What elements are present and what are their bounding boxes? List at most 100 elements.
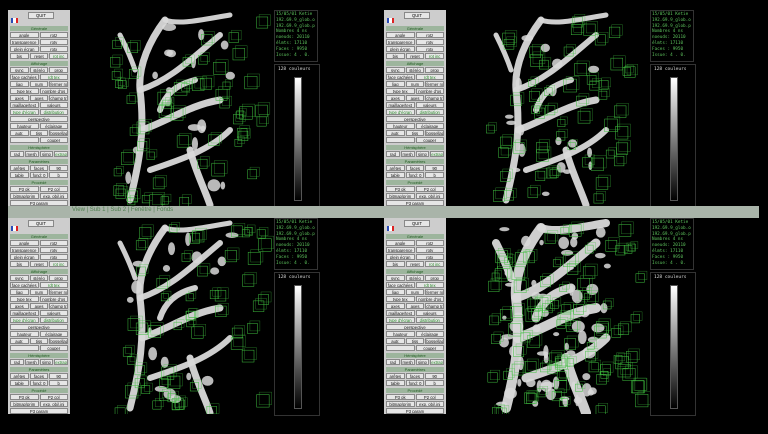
panel-button[interactable]: num	[29, 81, 49, 87]
panel-button[interactable]: champ tracé	[425, 303, 445, 309]
3d-viewport[interactable]	[70, 218, 274, 414]
panel-button[interactable]: nombre d'os	[39, 88, 68, 94]
panel-button[interactable]: champ tracé	[49, 303, 69, 309]
panel-button[interactable]: P2 col	[415, 394, 444, 400]
panel-button[interactable]: fond: 0	[405, 380, 425, 386]
panel-button[interactable]: mesh	[400, 151, 415, 157]
panel-button[interactable]: b	[49, 172, 69, 178]
panel-button[interactable]: table	[386, 172, 405, 178]
panel-button[interactable]: bis	[386, 53, 405, 59]
panel-button[interactable]: transparence	[386, 247, 415, 253]
panel-button[interactable]: type tex	[10, 88, 39, 94]
panel-button[interactable]: maillage/text	[10, 310, 39, 316]
panel-button[interactable]: fermer no	[49, 289, 69, 295]
quit-button[interactable]: QUIT	[28, 220, 54, 227]
panel-button[interactable]: type d'écran	[10, 109, 39, 115]
panel-button[interactable]: exp. obj/.ini	[39, 193, 68, 199]
panel-button[interactable]: rot inc	[425, 53, 445, 59]
panel-button[interactable]: stéréo	[405, 275, 425, 281]
panel-button[interactable]: éclairage	[415, 123, 444, 129]
panel-button[interactable]: table	[386, 380, 405, 386]
panel-button[interactable]: axes	[405, 303, 425, 309]
panel-button[interactable]: type tex	[386, 296, 415, 302]
panel-button[interactable]: maillage/text	[386, 102, 415, 108]
panel-button[interactable]: faces	[405, 165, 425, 171]
panel-button[interactable]: axes	[386, 303, 405, 309]
panel-button[interactable]: champ tracé	[425, 95, 445, 101]
panel-button[interactable]: face cachées	[10, 74, 39, 80]
panel-button[interactable]: rotx	[415, 254, 444, 260]
panel-button[interactable]: num	[405, 81, 425, 87]
panel-button[interactable]: angle	[10, 240, 39, 246]
panel-button[interactable]: plein écran	[10, 254, 39, 260]
panel-button[interactable]: rad	[386, 359, 400, 365]
panel-button[interactable]: nombre d'os	[415, 296, 444, 302]
panel-button[interactable]: liag	[10, 289, 29, 295]
panel-button[interactable]: roty	[39, 247, 68, 253]
panel-button[interactable]: angle	[386, 240, 415, 246]
panel-button[interactable]: rdt tex	[39, 282, 68, 288]
panel-button[interactable]: type d'écran	[386, 317, 415, 323]
panel-button[interactable]: bis	[386, 261, 405, 267]
panel-button[interactable]: valeurs	[39, 310, 68, 316]
panel-button[interactable]: 90	[425, 373, 445, 379]
3d-viewport[interactable]	[70, 10, 274, 206]
panel-button[interactable]: faces	[29, 165, 49, 171]
panel-button[interactable]: bossellage	[49, 338, 69, 344]
panel-button[interactable]: autr.	[10, 338, 29, 344]
quit-button[interactable]: QUIT	[404, 220, 430, 227]
panel-button[interactable]: rot inc	[49, 53, 69, 59]
panel-button[interactable]: P3 param	[386, 408, 444, 414]
panel-button[interactable]: face cachées	[10, 282, 39, 288]
panel-button[interactable]: perspective	[10, 116, 68, 122]
panel-button[interactable]: couper	[39, 137, 68, 143]
panel-button[interactable]: face cachées	[386, 282, 415, 288]
panel-button[interactable]: b	[49, 380, 69, 386]
panel-button[interactable]: type d'écran	[386, 109, 415, 115]
panel-button[interactable]: prop	[425, 67, 445, 73]
panel-button[interactable]: tiss	[405, 130, 425, 136]
panel-button[interactable]: distribution	[39, 317, 68, 323]
panel-button[interactable]: reset	[29, 261, 49, 267]
panel-button[interactable]: valeurs	[415, 102, 444, 108]
panel-button[interactable]	[10, 137, 39, 143]
panel-button[interactable]: maillage/text	[386, 310, 415, 316]
3d-viewport[interactable]	[446, 10, 650, 206]
panel-button[interactable]: sync	[386, 67, 405, 73]
panel-button[interactable]: axes	[29, 95, 49, 101]
panel-button[interactable]: fermer no	[425, 81, 445, 87]
panel-button[interactable]: simp	[39, 359, 54, 365]
panel-button[interactable]: hauteur	[386, 331, 415, 337]
panel-button[interactable]: P3 ok	[386, 394, 415, 400]
panel-button[interactable]: rad	[10, 359, 24, 365]
panel-button[interactable]: simp	[415, 151, 430, 157]
panel-button[interactable]: bitmap/prim	[10, 401, 39, 407]
panel-button[interactable]: perspective	[386, 116, 444, 122]
panel-button[interactable]: tiss	[405, 338, 425, 344]
panel-button[interactable]: prop	[425, 275, 445, 281]
panel-button[interactable]: axes	[29, 303, 49, 309]
panel-button[interactable]: fond: 0	[29, 172, 49, 178]
panel-button[interactable]: transparence	[386, 39, 415, 45]
panel-button[interactable]: rotz	[39, 240, 68, 246]
panel-button[interactable]: extrap	[430, 151, 444, 157]
panel-button[interactable]: bitmap/prim	[386, 401, 415, 407]
panel-button[interactable]: type tex	[386, 88, 415, 94]
panel-button[interactable]: reset	[29, 53, 49, 59]
panel-button[interactable]: num	[405, 289, 425, 295]
panel-button[interactable]: distribution	[415, 109, 444, 115]
panel-button[interactable]: bitmap/prim	[386, 193, 415, 199]
panel-button[interactable]: rotx	[39, 254, 68, 260]
panel-button[interactable]: perspective	[10, 324, 68, 330]
quit-button[interactable]: QUIT	[404, 12, 430, 19]
panel-button[interactable]: rad	[10, 151, 24, 157]
panel-button[interactable]: nombre d'os	[39, 296, 68, 302]
panel-button[interactable]: arêtes	[10, 373, 29, 379]
panel-button[interactable]	[386, 137, 415, 143]
panel-button[interactable]	[386, 345, 415, 351]
panel-button[interactable]: éclairage	[39, 123, 68, 129]
3d-viewport[interactable]	[446, 218, 650, 414]
panel-button[interactable]: prop	[49, 67, 69, 73]
panel-button[interactable]: arêtes	[386, 373, 405, 379]
panel-button[interactable]: liag	[386, 81, 405, 87]
